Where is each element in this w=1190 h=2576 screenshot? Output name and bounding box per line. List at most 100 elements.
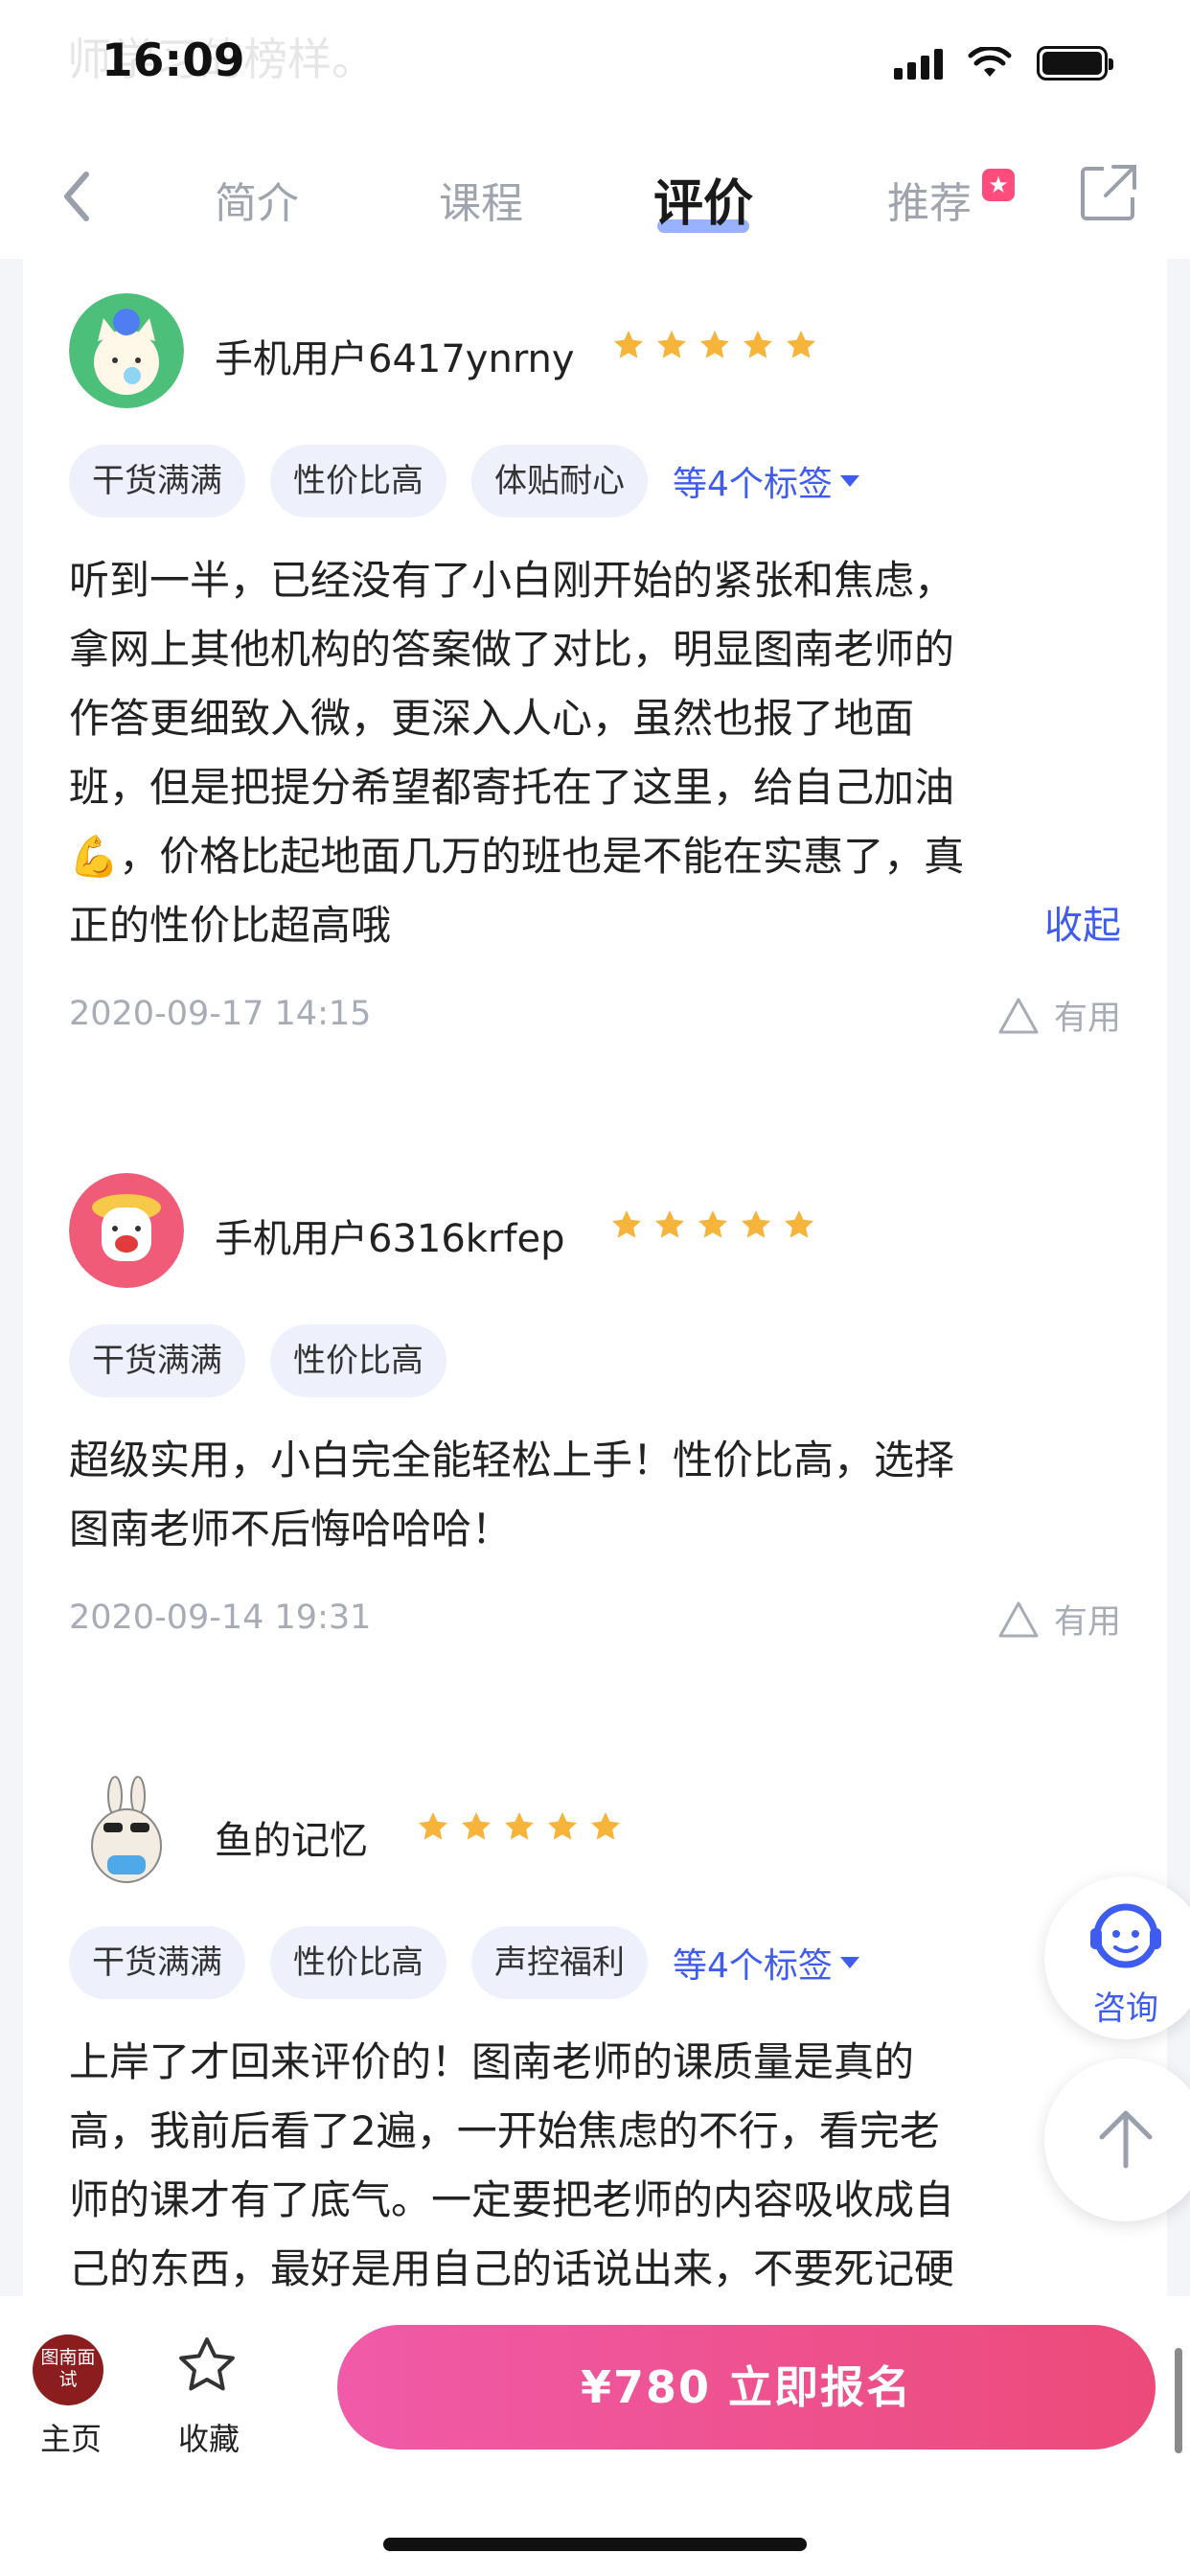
tab-course[interactable]: 课程	[439, 169, 523, 230]
caret-down-icon	[839, 1957, 859, 1968]
review-header: 手机用户6316krfep	[23, 1173, 1167, 1288]
favorite-label[interactable]: 收藏	[178, 2415, 240, 2459]
screen: 师学习的榜样。 16:09 简介 课程 评价 推荐 ★ 手机用户6417ynrn…	[0, 0, 1190, 2576]
review-line: 己的东西，最好是用自己的话说出来，不要死记硬	[69, 2245, 955, 2292]
share-icon[interactable]	[1079, 163, 1138, 222]
tag-chip: 性价比高	[270, 1926, 446, 1999]
review-line: 拿网上其他机构的答案做了对比，明显图南老师的	[69, 626, 955, 673]
username: 手机用户6316krfep	[215, 1217, 565, 1261]
thumb-triangle-icon	[998, 998, 1039, 1033]
review-item: 手机用户6316krfep 干货满满 性价比高 超级实用，小白完全能轻松上手！性…	[23, 1173, 1167, 1646]
star-icon	[591, 1812, 620, 1840]
more-tags-label: 等4个标签	[673, 1946, 833, 1986]
more-tags-toggle[interactable]: 等4个标签	[673, 1938, 859, 1988]
tag-chip: 性价比高	[270, 1324, 446, 1397]
more-tags-toggle[interactable]: 等4个标签	[673, 456, 859, 506]
top-nav: 简介 课程 评价 推荐 ★	[0, 134, 1190, 259]
bottom-bar: 图南面试 主页 收藏 ¥780 立即报名	[0, 2296, 1190, 2576]
review-content: 超级实用，小白完全能轻松上手！性价比高，选择 图南老师不后悔哈哈哈！	[69, 1426, 1121, 1564]
rabbit-avatar-icon	[69, 1775, 184, 1890]
enroll-button[interactable]: ¥780 立即报名	[337, 2325, 1156, 2450]
review-line: 高，我前后看了2遍，一开始焦虑的不行，看完老	[69, 2107, 940, 2154]
rating-stars	[609, 1208, 816, 1242]
star-icon	[614, 331, 643, 358]
star-icon	[655, 1210, 684, 1238]
review-date: 2020-09-17 14:15	[69, 995, 372, 1033]
cellular-signal-icon	[894, 47, 943, 80]
star-outline-icon[interactable]	[174, 2333, 240, 2398]
review-list[interactable]: 手机用户6417ynrny 干货满满 性价比高 体贴耐心 等4个标签 听到一半，…	[23, 259, 1167, 2296]
useful-button[interactable]: 有用	[996, 1595, 1121, 1644]
tag-chip: 声控福利	[471, 1926, 648, 1999]
recommend-star-badge-icon: ★	[982, 169, 1015, 201]
tab-reviews[interactable]: 评价	[653, 163, 753, 235]
review-meta: 2020-09-17 14:15 有用	[69, 995, 1121, 1043]
star-icon	[419, 1812, 447, 1840]
tag-chip: 干货满满	[69, 1324, 245, 1397]
duck-avatar-icon	[69, 1173, 184, 1288]
useful-label: 有用	[1053, 1000, 1121, 1038]
review-line: 图南老师不后悔哈哈哈！	[69, 1506, 513, 1552]
review-line: 听到一半，已经没有了小白刚开始的紧张和焦虑，	[69, 557, 955, 604]
review-line: 💪，价格比起地面几万的班也是不能在实惠了，真	[69, 833, 965, 880]
tag-row: 干货满满 性价比高	[69, 1324, 1167, 1397]
review-content: 听到一半，已经没有了小白刚开始的紧张和焦虑， 拿网上其他机构的答案做了对比，明显…	[69, 546, 1121, 960]
scrollbar[interactable]	[1175, 2348, 1182, 2453]
username: 鱼的记忆	[215, 1819, 368, 1863]
review-line: 师的课才有了底气。一定要把老师的内容吸收成自	[69, 2176, 955, 2223]
review-header: 手机用户6417ynrny	[23, 293, 1167, 408]
thumb-triangle-icon	[998, 1601, 1039, 1637]
wifi-icon	[968, 47, 1012, 77]
star-icon	[657, 331, 686, 358]
username: 手机用户6417ynrny	[215, 337, 575, 381]
tab-bar: 简介 课程 评价 推荐 ★	[0, 134, 1190, 259]
review-line: 上岸了才回来评价的！图南老师的课质量是真的	[69, 2038, 915, 2085]
useful-label: 有用	[1053, 1603, 1121, 1642]
star-icon	[700, 331, 729, 358]
status-bar: 师学习的榜样。 16:09	[0, 0, 1190, 134]
arrow-up-icon	[1099, 2110, 1153, 2169]
tag-row: 干货满满 性价比高 声控福利 等4个标签	[69, 1926, 1167, 1999]
tab-recommend[interactable]: 推荐	[887, 169, 972, 230]
star-icon	[462, 1812, 491, 1840]
review-line: 超级实用，小白完全能轻松上手！性价比高，选择	[69, 1437, 955, 1484]
collapse-link[interactable]: 收起	[1044, 891, 1121, 960]
home-label[interactable]: 主页	[40, 2415, 102, 2459]
rating-stars	[416, 1809, 623, 1844]
star-icon	[742, 1210, 770, 1238]
battery-icon	[1037, 46, 1113, 80]
review-meta: 2020-09-14 19:31 有用	[69, 1598, 1121, 1646]
more-tags-label: 等4个标签	[673, 465, 833, 504]
review-item: 手机用户6417ynrny 干货满满 性价比高 体贴耐心 等4个标签 听到一半，…	[23, 293, 1167, 1043]
cat-avatar-icon	[69, 293, 184, 408]
customer-service-icon	[1090, 1903, 1161, 1968]
home-logo-icon[interactable]: 图南面试	[33, 2334, 103, 2405]
star-icon	[505, 1812, 534, 1840]
tag-chip: 性价比高	[270, 445, 446, 518]
review-content: 上岸了才回来评价的！图南老师的课质量是真的 高，我前后看了2遍，一开始焦虑的不行…	[69, 2028, 1121, 2296]
tab-intro[interactable]: 简介	[215, 169, 299, 230]
status-time: 16:09	[102, 34, 245, 87]
avatar[interactable]	[69, 293, 184, 408]
review-line: 作答更细致入微，更深入人心，虽然也报了地面	[69, 695, 915, 742]
tab-reviews-label: 评价	[653, 175, 754, 233]
avatar[interactable]	[69, 1173, 184, 1288]
star-icon	[787, 331, 815, 358]
rating-stars	[611, 328, 818, 362]
back-to-top-button[interactable]	[1044, 2058, 1190, 2221]
tag-chip: 体贴耐心	[471, 445, 648, 518]
consult-button[interactable]: 咨询	[1044, 1876, 1190, 2039]
review-line: 正的性价比超高哦	[69, 902, 392, 949]
avatar[interactable]	[69, 1775, 184, 1890]
review-item: 鱼的记忆 干货满满 性价比高 声控福利 等4个标签 上岸了才回来评价的！图南老师…	[23, 1775, 1167, 2296]
tag-chip: 干货满满	[69, 1926, 245, 1999]
status-icons	[894, 46, 1113, 80]
tag-row: 干货满满 性价比高 体贴耐心 等4个标签	[69, 445, 1167, 518]
useful-button[interactable]: 有用	[996, 991, 1121, 1040]
star-icon	[698, 1210, 727, 1238]
review-header: 鱼的记忆	[23, 1775, 1167, 1890]
star-icon	[548, 1812, 577, 1840]
star-icon	[785, 1210, 813, 1238]
home-indicator	[383, 2538, 807, 2551]
star-icon	[612, 1210, 641, 1238]
